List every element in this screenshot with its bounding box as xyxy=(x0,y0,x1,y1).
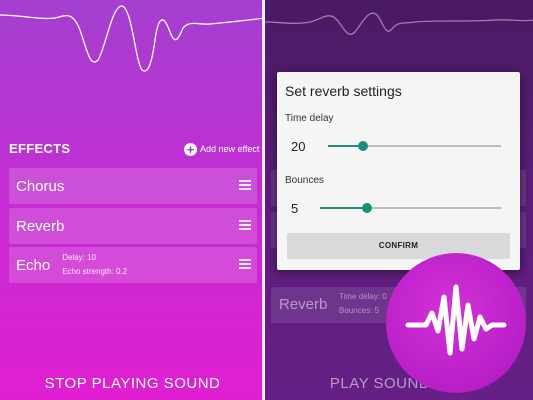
time-delay-label: Time delay xyxy=(285,113,334,124)
waveform-visualizer xyxy=(265,12,533,35)
reverb-settings-dialog: Set reverb settings Time delay 20 Bounce… xyxy=(277,72,520,270)
effect-param: Bounces: 5 xyxy=(339,306,380,315)
effect-name: Chorus xyxy=(16,177,65,195)
slider-thumb[interactable] xyxy=(362,203,373,213)
drag-handle-icon[interactable] xyxy=(239,180,251,192)
dimmed-effect-name: Reverb xyxy=(279,296,328,313)
effect-name: Reverb xyxy=(16,217,65,235)
dialog-title: Set reverb settings xyxy=(285,83,402,99)
bounces-label: Bounces xyxy=(285,175,324,186)
bounces-value: 5 xyxy=(291,201,299,216)
slider-thumb[interactable] xyxy=(357,141,368,151)
app-logo xyxy=(386,253,526,393)
add-new-effect-button[interactable]: + Add new effect xyxy=(184,141,259,157)
drag-handle-icon[interactable] xyxy=(239,220,251,232)
left-screen: EFFECTS + Add new effect Chorus Reverb E… xyxy=(0,0,265,400)
bounces-slider[interactable] xyxy=(320,202,501,214)
effect-card-echo[interactable]: Echo Delay: 10 Echo strength: 0.2 xyxy=(9,247,257,283)
waveform-visualizer xyxy=(0,5,265,72)
effect-param: Echo strength: 0.2 xyxy=(62,267,128,276)
drag-handle-icon[interactable] xyxy=(239,259,251,271)
effect-param: Delay: 10 xyxy=(62,253,96,262)
effect-param: Time delay: 0 xyxy=(339,292,387,301)
slider-fill xyxy=(320,207,368,209)
dimmed-effect-params: Time delay: 0 Bounces: 5 xyxy=(339,290,387,318)
effects-header: EFFECTS xyxy=(9,141,71,156)
effect-card-reverb[interactable]: Reverb xyxy=(9,208,257,244)
plus-circle-icon: + xyxy=(184,142,197,156)
sound-wave-logo-icon xyxy=(405,284,507,356)
time-delay-value: 20 xyxy=(291,139,306,154)
stop-playing-sound-button[interactable]: STOP PLAYING SOUND xyxy=(0,375,265,392)
effect-name: Echo xyxy=(16,256,51,274)
effect-params: Delay: 10 Echo strength: 0.2 xyxy=(62,251,127,279)
add-new-effect-label: Add new effect xyxy=(200,144,260,154)
time-delay-slider[interactable] xyxy=(328,140,501,152)
effect-card-chorus[interactable]: Chorus xyxy=(9,168,257,204)
